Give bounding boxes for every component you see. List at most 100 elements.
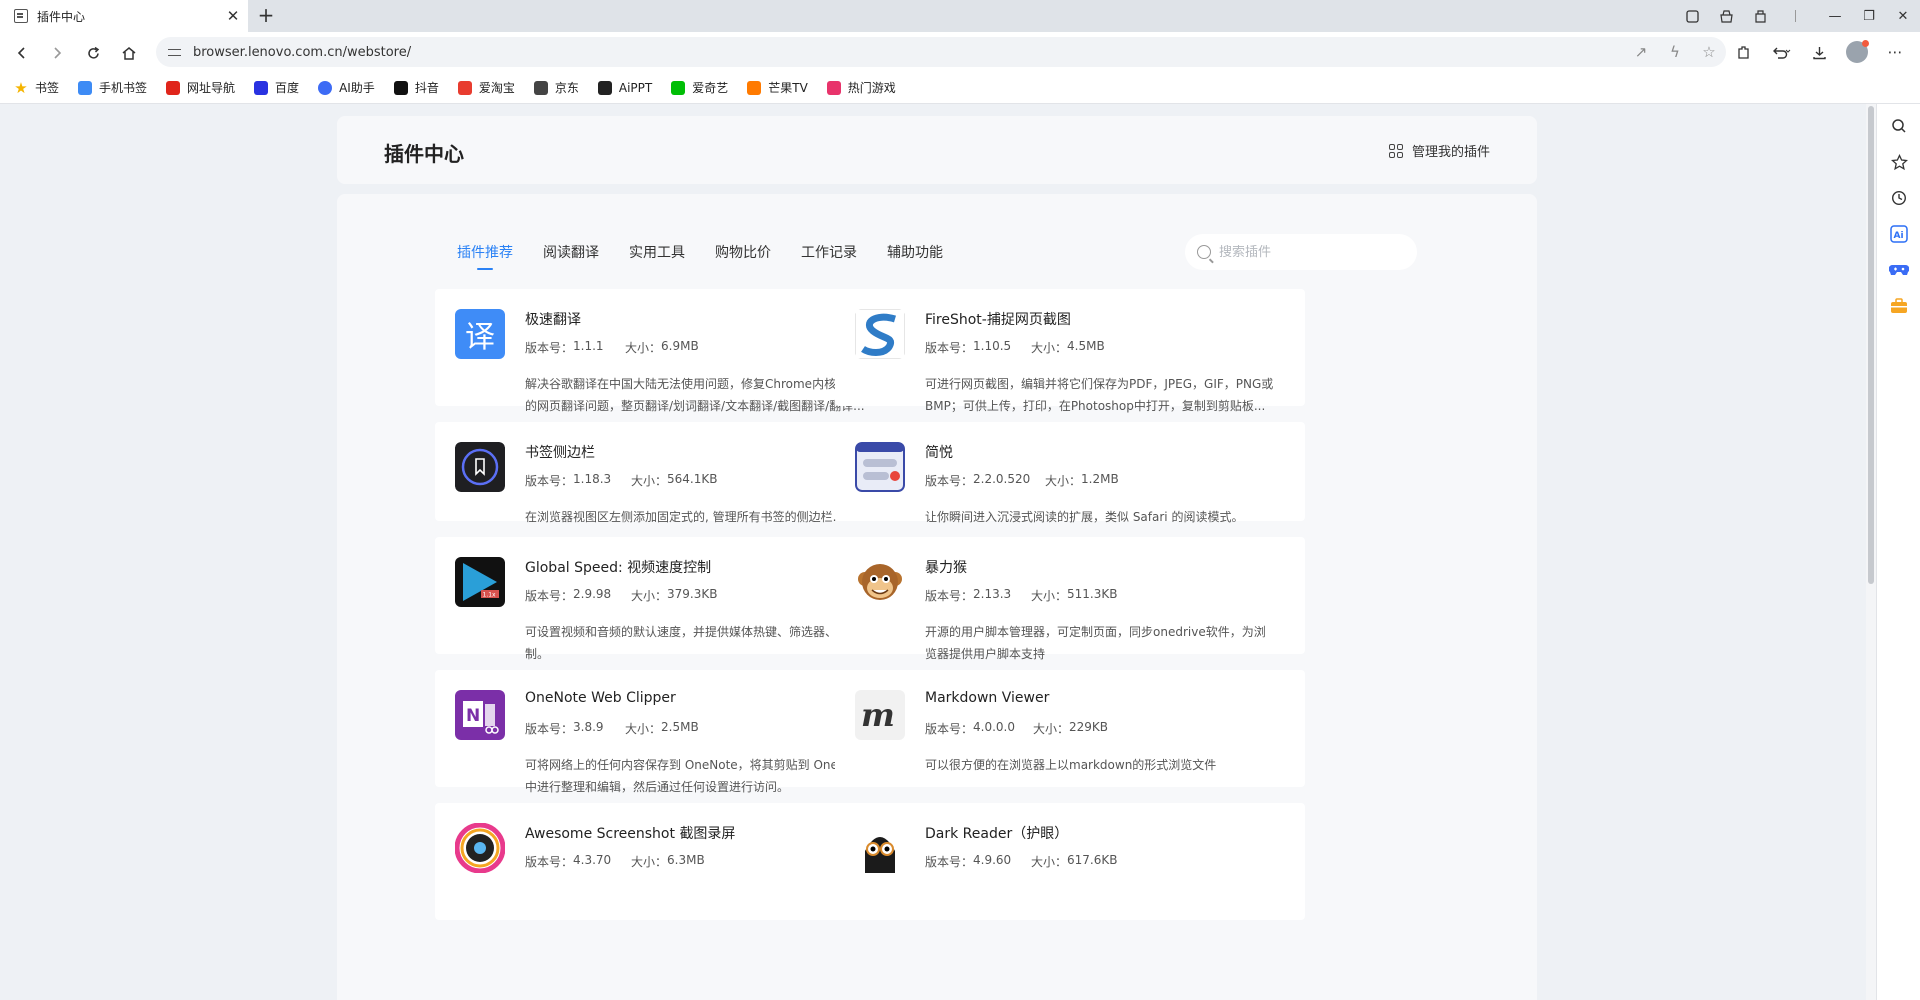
category-tab[interactable]: 实用工具 [629,242,685,270]
size-label: 大小： [625,341,662,355]
size-value: 511.3KB [1067,587,1118,601]
new-tab-button[interactable]: + [254,4,278,28]
version-value: 1.1.1 [573,339,604,353]
minimize-button[interactable]: — [1818,0,1852,32]
history-icon[interactable] [1887,186,1911,210]
bookmark-label: 网址导航 [187,81,236,95]
gamepad-icon[interactable] [1887,258,1911,282]
site-info-icon[interactable] [168,47,181,58]
category-tab[interactable]: 工作记录 [801,242,857,270]
category-tab[interactable]: 购物比价 [715,242,771,270]
bookmark-navigation[interactable]: 网址导航 [166,79,235,96]
ai-icon[interactable]: Ai [1887,222,1911,246]
address-bar[interactable]: browser.lenovo.com.cn/webstore/ ↗ ϟ ☆ [156,37,1726,67]
extension-description: 在浏览器视图区左侧添加固定式的, 管理所有书签的侧边栏. [525,510,837,524]
version-label: 版本号： [525,855,574,869]
bookmark-label: 爱淘宝 [478,81,515,95]
phone-bookmark-icon [78,80,93,95]
favorite-star-icon[interactable]: ☆ [1692,43,1726,61]
profile-avatar[interactable] [1838,38,1876,66]
extension-meta: 版本号： 4.9.60 大小： 617.6KB [925,853,1118,870]
extensions-top-icon[interactable] [1743,0,1777,32]
toolbox-icon[interactable] [1887,294,1911,318]
extension-card[interactable]: FireShot-捕捉网页截图 版本号： 1.10.5 大小： 4.5MB 可进行网页截图… [835,289,1305,413]
search-input[interactable] [1219,244,1399,260]
mango-tv-icon [747,80,762,95]
forward-button[interactable] [44,40,70,66]
collections-icon[interactable] [1709,0,1743,32]
bookmark-mango-tv[interactable]: 芒果TV [747,79,808,96]
tab-title: 插件中心 [37,9,86,24]
size-label: 大小： [631,474,668,488]
extension-name[interactable]: FireShot-捕捉网页截图 [925,309,1071,329]
category-tab[interactable]: 插件推荐 [457,242,513,270]
tab-actions-icon[interactable] [1675,0,1709,32]
extension-card[interactable]: 简悦 版本号： 2.2.0.520 大小： 1.2MB 让你瞬间进入沉浸式阅读的扩展，类似… [835,422,1305,524]
douyin-icon [393,80,408,95]
category-tabs: 插件推荐 阅读翻译 实用工具 购物比价 工作记录 辅助功能 [457,242,973,270]
bookmark-games[interactable]: 热门游戏 [826,79,896,96]
extension-name[interactable]: 简悦 [925,442,953,462]
home-button[interactable] [116,40,142,66]
extension-card[interactable]: Dark Reader（护眼） 版本号： 4.9.60 大小： 617.6KB [835,803,1305,920]
bookmark-taobao[interactable]: 爱淘宝 [457,79,515,96]
extension-name[interactable]: Awesome Screenshot 截图录屏 [525,823,735,843]
extensions-icon[interactable] [1724,38,1762,66]
version-value: 1.18.3 [573,472,612,486]
dark-reader-icon [855,823,905,873]
extension-name[interactable]: 极速翻译 [525,309,581,329]
extension-meta: 版本号： 2.2.0.520 大小： 1.2MB [925,472,1119,489]
favorites-icon[interactable] [1887,150,1911,174]
download-icon[interactable] [1800,38,1838,66]
url-text[interactable]: browser.lenovo.com.cn/webstore/ [193,45,1624,60]
reload-button[interactable] [80,40,106,66]
undo-icon[interactable] [1762,38,1800,66]
version-label: 版本号： [525,722,574,736]
bookmark-jd[interactable]: 京东 [533,79,579,96]
extension-name[interactable]: Global Speed: 视频速度控制 [525,557,711,577]
back-button[interactable] [9,40,35,66]
extension-name[interactable]: Markdown Viewer [925,690,1049,706]
search-icon[interactable] [1887,114,1911,138]
extension-description: 可以很方便的在浏览器上以markdown的形式浏览文件 [925,758,1217,772]
page-header: 插件中心 管理我的插件 [337,116,1537,184]
extension-name[interactable]: Dark Reader（护眼） [925,823,1068,843]
extension-name[interactable]: 暴力猴 [925,557,967,577]
share-icon[interactable]: ↗ [1624,43,1658,61]
scrollbar-thumb[interactable] [1868,106,1874,584]
close-tab-icon[interactable]: ✕ [222,5,244,27]
navigation-icon [166,80,181,95]
search-box[interactable] [1185,234,1417,270]
bookmark-ai-assistant[interactable]: AI助手 [318,79,375,96]
bookmark-label: AiPPT [618,80,653,95]
size-label: 大小： [631,589,668,603]
lightning-icon[interactable]: ϟ [1658,43,1692,61]
manage-extensions-button[interactable]: 管理我的插件 [1388,141,1490,160]
extension-meta: 版本号： 1.1.1 大小： 6.9MB [525,339,699,356]
extension-card[interactable]: m Markdown Viewer 版本号： 4.0.0.0 大小： 229KB 可以很方便… [835,670,1305,787]
bookmark-douyin[interactable]: 抖音 [393,79,439,96]
scrollbar[interactable] [1866,104,1876,1000]
bookmark-baidu[interactable]: 百度 [254,79,299,96]
browser-tab[interactable]: 插件中心 ✕ [0,0,248,32]
search-icon [1197,245,1211,259]
extension-name[interactable]: OneNote Web Clipper [525,690,676,706]
bookmark-aippt[interactable]: AiPPT [597,80,653,95]
more-menu-icon[interactable]: ⋯ [1876,38,1914,66]
page-viewport: 插件中心 管理我的插件 插件推荐 阅读翻译 实用工具 购物比价 工作记录 辅助功能 译极速… [0,104,1866,1000]
extension-name[interactable]: 书签侧边栏 [525,442,595,462]
bookmark-star[interactable]: ★ 书签 [14,78,59,97]
bookmark-iqiyi[interactable]: 爱奇艺 [671,79,728,96]
category-tab[interactable]: 辅助功能 [887,242,943,270]
toolbar-right: ⋯ [1724,38,1914,66]
tab-strip: 插件中心 ✕ + — ❐ ✕ [0,0,1920,32]
version-label: 版本号： [525,341,574,355]
size-label: 大小： [1031,341,1068,355]
extension-card[interactable]: 暴力猴 版本号： 2.13.3 大小： 511.3KB 开源的用户脚本管理器，可定制页面，… [835,537,1305,661]
star-icon: ★ [14,78,28,97]
bookmark-phone-bookmark[interactable]: 手机书签 [78,79,147,96]
bookmark-label: 京东 [554,81,579,95]
close-window-button[interactable]: ✕ [1886,0,1920,32]
category-tab[interactable]: 阅读翻译 [543,242,599,270]
restore-button[interactable]: ❐ [1852,0,1886,32]
